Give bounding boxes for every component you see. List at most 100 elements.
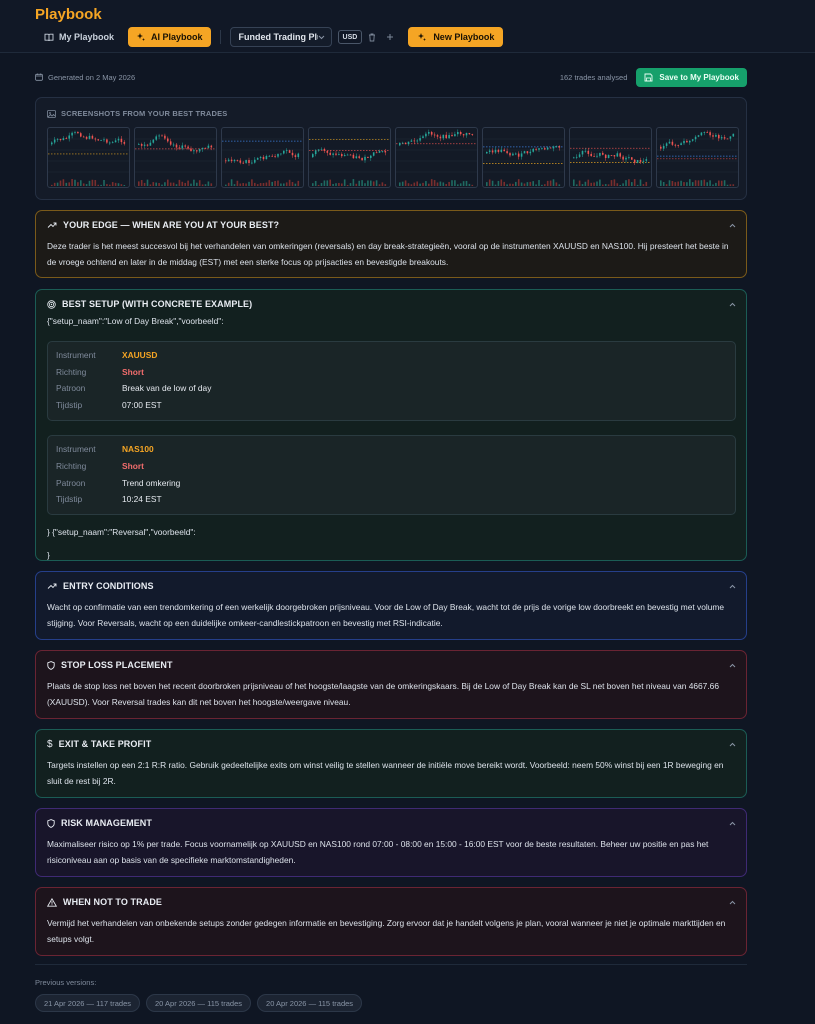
trade-screenshot-thumbnail[interactable] [482, 127, 565, 188]
example-key: Richting [56, 461, 87, 472]
setup-raw-end: } [47, 549, 50, 560]
stop-loss-card: STOP LOSS PLACEMENT Plaats de stop loss … [35, 650, 747, 719]
screenshots-header: SCREENSHOTS FROM YOUR BEST TRADES [47, 109, 227, 118]
shield-icon [47, 818, 55, 828]
chevron-up-icon[interactable] [729, 663, 736, 668]
target-icon [47, 299, 56, 309]
top-bar: Playbook My Playbook AI Playbook Funded … [0, 0, 815, 53]
trade-screenshot-thumbnail[interactable] [134, 127, 217, 188]
example-key: Tijdstip [56, 494, 83, 505]
screenshots-card: SCREENSHOTS FROM YOUR BEST TRADES [35, 97, 747, 200]
example-key: Patroon [56, 477, 86, 488]
chevron-up-icon[interactable] [729, 223, 736, 228]
account-select[interactable]: Funded Trading Plus [229, 27, 332, 47]
chevron-up-icon[interactable] [729, 900, 736, 905]
chevron-up-icon[interactable] [729, 742, 736, 747]
risk-management-header[interactable]: RISK MANAGEMENT [36, 809, 746, 837]
trash-icon[interactable] [368, 33, 380, 42]
best-setup-card: BEST SETUP (WITH CONCRETE EXAMPLE) {"set… [35, 289, 747, 561]
generated-date: Generated on 2 May 2026 [48, 72, 136, 82]
example-key: Tijdstip [56, 399, 83, 410]
chevron-up-icon[interactable] [729, 821, 736, 826]
new-playbook-button[interactable]: New Playbook [408, 27, 504, 47]
sparkle-icon [417, 32, 427, 42]
warning-icon [47, 897, 57, 907]
divider [219, 30, 221, 44]
trade-screenshot-thumbnail[interactable] [569, 127, 652, 188]
calendar-icon [35, 73, 43, 81]
example-instrument: NAS100 [122, 444, 154, 455]
save-icon [644, 73, 653, 82]
best-setup-title: BEST SETUP (WITH CONCRETE EXAMPLE) [62, 299, 253, 309]
trade-screenshot-thumbnail[interactable] [656, 127, 739, 188]
example-instrument: XAUUSD [122, 350, 158, 361]
tab-ai-playbook[interactable]: AI Playbook [128, 27, 211, 47]
edge-title: YOUR EDGE — WHEN ARE YOU AT YOUR BEST? [63, 220, 280, 230]
stop-loss-text: Plaats de stop loss net boven het recent… [47, 681, 719, 707]
previous-versions: Previous versions: 21 Apr 2026 — 117 tra… [35, 964, 747, 1012]
when-not-to-trade-header[interactable]: WHEN NOT TO TRADE [36, 888, 746, 916]
setup-raw-mid: } {"setup_naam":"Reversal","voorbeeld": [47, 527, 196, 538]
when-not-to-trade-text: Vermijd het verhandelen van onbekende se… [47, 918, 726, 944]
previous-version-chip[interactable]: 20 Apr 2026 — 115 trades [146, 994, 252, 1012]
image-icon [47, 109, 56, 118]
setup-raw-start: {"setup_naam":"Low of Day Break","voorbe… [47, 316, 224, 326]
trending-up-icon [47, 221, 57, 229]
when-not-to-trade-card: WHEN NOT TO TRADE Vermijd het verhandele… [35, 887, 747, 956]
example-direction: Short [122, 366, 144, 377]
account-select-value: Funded Trading Plus [238, 32, 318, 42]
trade-screenshot-thumbnail[interactable] [221, 127, 304, 188]
currency-badge[interactable]: USD [337, 30, 363, 44]
example-pattern: Break van de low of day [122, 383, 212, 394]
previous-versions-label: Previous versions: [35, 978, 97, 987]
example-time: 10:24 EST [122, 494, 162, 505]
edge-card: YOUR EDGE — WHEN ARE YOU AT YOUR BEST? D… [35, 210, 747, 278]
save-to-playbook-button[interactable]: Save to My Playbook [636, 67, 747, 87]
previous-version-chip[interactable]: 21 Apr 2026 — 117 trades [35, 994, 141, 1012]
entry-conditions-card: ENTRY CONDITIONS Wacht op confirmatie va… [35, 571, 747, 640]
setup-example-1: Instrument XAUUSD Richting Short Patroon Br… [47, 340, 736, 421]
exit-take-profit-title: EXIT & TAKE PROFIT [58, 739, 152, 749]
chevron-up-icon[interactable] [729, 584, 736, 589]
entry-conditions-header[interactable]: ENTRY CONDITIONS [36, 572, 746, 600]
dollar-icon: $ [47, 738, 53, 750]
tab-my-playbook-label: My Playbook [59, 32, 115, 42]
previous-version-chip[interactable]: 20 Apr 2026 — 115 trades [257, 994, 363, 1012]
trade-screenshot-thumbnail[interactable] [308, 127, 391, 188]
trades-analysed: 162 trades analysed [559, 72, 628, 82]
sparkle-icon [136, 32, 146, 42]
tab-row: My Playbook AI Playbook Funded Trading P… [36, 27, 504, 47]
generation-row: Generated on 2 May 2026 162 trades analy… [35, 66, 747, 88]
generation-actions: 162 trades analysed Save to My Playbook [559, 67, 747, 87]
exit-take-profit-card: $ EXIT & TAKE PROFIT Targets instellen o… [35, 729, 747, 798]
stop-loss-title: STOP LOSS PLACEMENT [61, 660, 173, 670]
risk-management-title: RISK MANAGEMENT [61, 818, 152, 828]
example-key: Instrument [56, 444, 96, 455]
stop-loss-header[interactable]: STOP LOSS PLACEMENT [36, 651, 746, 679]
tab-my-playbook[interactable]: My Playbook [36, 27, 122, 47]
example-direction: Short [122, 461, 144, 472]
new-playbook-label: New Playbook [433, 32, 495, 42]
risk-management-card: RISK MANAGEMENT Maximaliseer risico op 1… [35, 808, 747, 877]
risk-management-text: Maximaliseer risico op 1% per trade. Foc… [47, 839, 709, 865]
exit-take-profit-text: Targets instellen op een 2:1 R:R ratio. … [47, 760, 724, 786]
trade-screenshot-thumbnail[interactable] [395, 127, 478, 188]
entry-conditions-title: ENTRY CONDITIONS [63, 581, 154, 591]
entry-conditions-text: Wacht op confirmatie van een trendomkeri… [47, 602, 725, 628]
chevron-up-icon[interactable] [729, 302, 736, 307]
screenshot-thumbnails [47, 127, 739, 188]
app-title: Playbook [35, 6, 102, 23]
edge-card-header[interactable]: YOUR EDGE — WHEN ARE YOU AT YOUR BEST? [36, 211, 746, 239]
trade-screenshot-thumbnail[interactable] [47, 127, 130, 188]
example-pattern: Trend omkering [122, 477, 181, 488]
example-key: Patroon [56, 383, 86, 394]
shield-icon [47, 660, 55, 670]
example-key: Richting [56, 366, 87, 377]
playbook-content: Generated on 2 May 2026 162 trades analy… [35, 66, 747, 956]
plus-icon[interactable] [386, 33, 398, 41]
screenshots-title: SCREENSHOTS FROM YOUR BEST TRADES [61, 109, 228, 118]
trending-up-icon [47, 582, 57, 590]
chevron-down-icon [318, 35, 325, 40]
example-key: Instrument [56, 350, 96, 361]
exit-take-profit-header[interactable]: $ EXIT & TAKE PROFIT [36, 730, 746, 758]
